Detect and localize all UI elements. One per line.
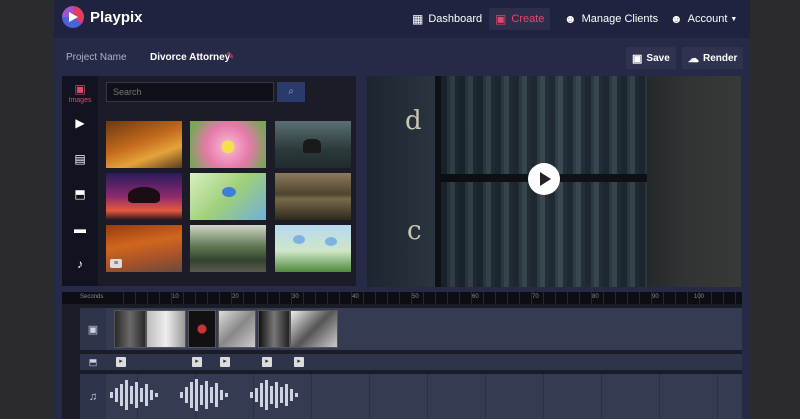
transition-marker[interactable]: ▸ [220,357,230,367]
tool-folder[interactable]: ▬ [62,222,98,236]
tool-upload[interactable]: ⬒ [62,187,98,201]
transition-track[interactable]: ⬒ ▸ ▸ ▸ ▸ ▸ [80,354,742,370]
preview-letter-d: d [405,106,422,136]
nav-dashboard-label: Dashboard [428,13,483,25]
nav-create[interactable]: ▣ Create [489,8,551,30]
project-bar: Project Name Divorce Attorney ✎ ▣ Save ☁… [54,42,750,72]
upload-icon: ⬒ [74,187,86,201]
app-name: Playpix [90,8,143,26]
butterfly-shape [325,237,337,246]
timeline-clip[interactable] [188,310,216,348]
preview-vignette [441,76,741,287]
timeline-clip[interactable] [146,310,186,348]
video-preview[interactable]: d c [367,76,741,287]
video-icon: ▶ [75,116,85,130]
images-icon: ▣ [74,82,86,96]
tool-sidebar: ▣ Images ▶ ▤ ⬒ ▬ ♪ [62,76,98,286]
media-thumbnail[interactable]: ≡ [106,225,182,272]
timeline: Seconds 10 20 30 40 50 60 70 80 90 100 ▣… [62,292,742,419]
music-track-icon: ♫ [80,374,106,419]
preview-letter-c: c [407,216,422,246]
tool-collage[interactable]: ▤ [62,152,98,166]
search-input[interactable] [106,82,274,102]
floppy-disk-icon: ▣ [632,52,643,65]
butterfly-shape [293,235,305,244]
play-button[interactable] [528,163,560,195]
nav-manage-clients-label: Manage Clients [581,13,659,25]
top-navbar: Playpix ▦ Dashboard ▣ Create ☻ Manage Cl… [54,0,750,38]
collage-icon: ▤ [74,152,86,166]
nav-account-label: Account [687,13,728,25]
search-icon: ⌕ [288,86,294,97]
nav-dashboard[interactable]: ▦ Dashboard [406,8,488,30]
pencil-icon[interactable]: ✎ [226,51,234,62]
timeline-clip[interactable] [258,310,290,348]
ruler-ticks [112,292,742,304]
logo[interactable]: Playpix [62,6,143,28]
bird-shape [222,187,236,197]
tool-images[interactable]: ▣ Images [62,82,98,104]
caption-icon[interactable]: ≡ [110,259,122,268]
dashboard-icon: ▦ [412,12,424,26]
media-thumbnail[interactable] [275,173,351,220]
media-thumbnail[interactable] [106,121,182,168]
search-button[interactable]: ⌕ [277,82,305,102]
timeline-clip[interactable] [114,310,146,348]
audio-waveform [110,379,298,411]
elephant-shape [303,139,321,153]
preview-wall [367,76,435,287]
image-track-icon: ▣ [80,308,106,350]
render-button[interactable]: ☁ Render [682,47,744,69]
account-icon: ☻ [670,12,683,26]
transition-marker[interactable]: ▸ [116,357,126,367]
tree-silhouette [128,187,160,203]
microphone-icon: ♪ [77,257,83,271]
tool-images-label: Images [68,97,92,104]
nav-account[interactable]: ☻ Account ▼ [664,8,743,30]
save-button-label: Save [646,52,670,64]
ruler-label: Seconds [80,294,104,300]
media-thumbnail[interactable] [190,173,266,220]
logo-icon [62,6,84,28]
media-thumbnail[interactable] [106,173,182,220]
timeline-clip[interactable] [290,310,338,348]
project-name-label: Project Name [66,52,127,63]
video-camera-icon: ▣ [495,12,507,26]
chevron-down-icon: ▼ [730,15,738,23]
tool-video[interactable]: ▶ [62,116,98,130]
cloud-upload-icon: ☁ [688,52,699,65]
media-thumbnail[interactable] [190,121,266,168]
project-name[interactable]: Divorce Attorney [150,52,230,63]
media-thumbnail[interactable] [275,225,351,272]
media-thumbnail[interactable] [275,121,351,168]
transition-marker[interactable]: ▸ [192,357,202,367]
timeline-clip[interactable] [218,310,256,348]
user-circle-icon: ☻ [564,12,577,26]
image-track[interactable]: ▣ [80,308,742,350]
media-thumbnail[interactable] [190,225,266,272]
nav-create-label: Create [511,13,545,25]
render-button-label: Render [703,52,738,64]
app-window: Playpix ▦ Dashboard ▣ Create ☻ Manage Cl… [54,0,750,419]
transition-track-icon: ⬒ [80,354,106,370]
audio-track[interactable]: ♫ [80,374,742,419]
tool-audio[interactable]: ♪ [62,257,98,271]
save-button[interactable]: ▣ Save [626,47,676,69]
media-panel: ▣ Images ▶ ▤ ⬒ ▬ ♪ ⌕ ≡ [62,76,356,286]
transition-marker[interactable]: ▸ [294,357,304,367]
timeline-ruler: Seconds 10 20 30 40 50 60 70 80 90 100 [62,292,742,304]
folder-icon: ▬ [74,222,86,236]
transition-marker[interactable]: ▸ [262,357,272,367]
nav-manage-clients[interactable]: ☻ Manage Clients [558,8,664,30]
